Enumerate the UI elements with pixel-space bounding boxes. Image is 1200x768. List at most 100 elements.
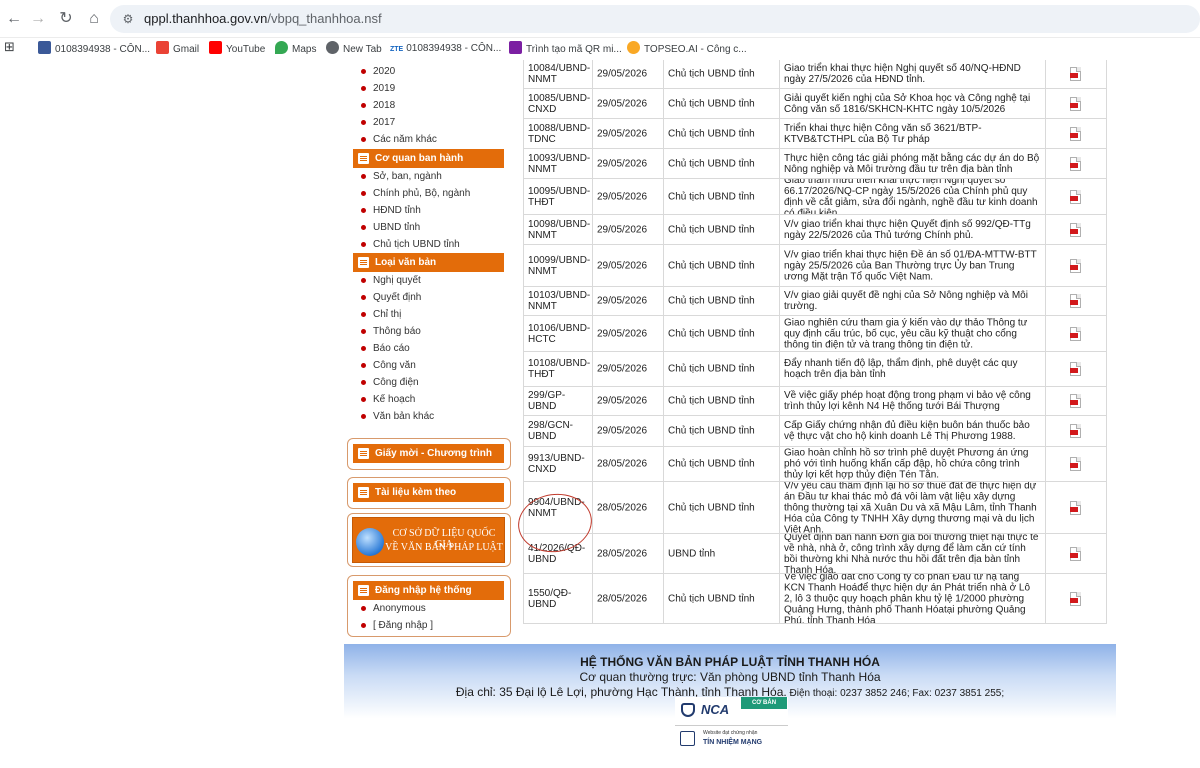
table-row[interactable]: 10088/UBND-TDNC 29/05/2026 Chủ tịch UBND t… [523, 119, 1107, 149]
table-row[interactable]: 9904/UBND-NNMT 28/05/2026 Chủ tịch UBND tỉ… [523, 482, 1107, 534]
doc-number[interactable]: 10093/UBND-NNMT [528, 153, 590, 175]
doc-summary[interactable]: V/v giao giải quyết đề nghị của Sở Nông … [784, 290, 1041, 312]
invite-header[interactable]: Giấy mời - Chương trình [353, 444, 504, 463]
doc-type-item[interactable]: Nghị quyết [347, 272, 434, 289]
year-item[interactable]: 2018 [347, 97, 437, 114]
bookmark-gmail[interactable]: Gmail [156, 41, 199, 57]
table-row[interactable]: 299/GP-UBND 29/05/2026 Chủ tịch UBND tỉnh V… [523, 387, 1107, 416]
bookmark-topseo[interactable]: TOPSEO.AI - Công c... [627, 41, 747, 57]
doc-type-item[interactable]: Chỉ thị [347, 306, 434, 323]
year-item[interactable]: 2017 [347, 114, 437, 131]
nca-trust-badge[interactable]: NCA CƠ BẢN Website đạt chứng nhận TÍN NH… [675, 697, 788, 752]
table-row[interactable]: 10108/UBND-THĐT 29/05/2026 Chủ tịch UBND t… [523, 352, 1107, 387]
doc-summary[interactable]: Triển khai thực hiện Công văn số 3621/BT… [784, 123, 1041, 145]
pdf-icon[interactable] [1070, 457, 1081, 471]
doc-number[interactable]: 10084/UBND-NNMT [528, 63, 590, 85]
pdf-icon[interactable] [1070, 294, 1081, 308]
agency-item[interactable]: Chủ tịch UBND tỉnh [347, 236, 470, 253]
pdf-icon[interactable] [1070, 591, 1081, 606]
doc-type-item[interactable]: Báo cáo [347, 340, 434, 357]
doc-number[interactable]: 1550/QĐ-UBND [528, 588, 588, 610]
doc-summary[interactable]: Thực hiện công tác giải phóng mặt bằng c… [784, 153, 1041, 175]
pdf-icon[interactable] [1070, 394, 1081, 408]
agency-item[interactable]: UBND tỉnh [347, 219, 470, 236]
doc-summary[interactable]: Giao tham mưu triển khai thực hiện Nghị … [784, 179, 1041, 214]
table-row[interactable]: 10106/UBND-HCTC 29/05/2026 Chủ tịch UBND t… [523, 316, 1107, 352]
pdf-icon[interactable] [1070, 126, 1081, 141]
pdf-icon[interactable] [1070, 326, 1081, 341]
site-info-icon[interactable]: ⚙ [120, 11, 136, 27]
doc-summary[interactable]: Về việc giao đất cho Công ty cổ phần Đầu… [784, 574, 1041, 623]
home-icon[interactable]: ⌂ [84, 9, 104, 29]
bookmark-maps[interactable]: Maps [275, 41, 316, 57]
back-arrow-icon[interactable]: ← [4, 9, 24, 29]
table-row[interactable]: 10098/UBND-NNMT 29/05/2026 Chủ tịch UBND t… [523, 215, 1107, 245]
table-row[interactable]: 10099/UBND-NNMT 29/05/2026 Chủ tịch UBND t… [523, 245, 1107, 287]
doc-summary[interactable]: Giao nghiên cứu tham gia ý kiến vào dự t… [784, 317, 1041, 350]
address-bar[interactable]: ⚙ qppl.thanhhoa.gov.vn/vbpq_thanhhoa.nsf [110, 5, 1200, 33]
table-row[interactable]: 41/2026/QĐ-UBND 28/05/2026 UBND tỉnh Quyết … [523, 534, 1107, 574]
doc-number[interactable]: 10106/UBND-HCTC [528, 323, 590, 345]
doc-number[interactable]: 10108/UBND-THĐT [528, 358, 590, 380]
year-item[interactable]: 2019 [347, 80, 437, 97]
doc-number[interactable]: 10095/UBND-THĐT [528, 186, 590, 208]
table-row[interactable]: 10085/UBND-CNXD 29/05/2026 Chủ tịch UBND t… [523, 89, 1107, 119]
doc-type-item[interactable]: Công điện [347, 374, 434, 391]
doc-number[interactable]: 9913/UBND-CNXD [528, 453, 588, 475]
doc-number[interactable]: 10099/UBND-NNMT [528, 255, 590, 277]
table-row[interactable]: 10095/UBND-THĐT 29/05/2026 Chủ tịch UBND t… [523, 179, 1107, 215]
doc-summary[interactable]: Quyết định ban hành Đơn giá bồi thường t… [784, 534, 1041, 573]
year-item[interactable]: 2020 [347, 63, 437, 80]
doc-type-item[interactable]: Quyết định [347, 289, 434, 306]
doc-summary[interactable]: Giao triển khai thực hiện Nghị quyết số … [784, 63, 1041, 85]
doc-summary[interactable]: Giải quyết kiến nghị của Sở Khoa học và … [784, 93, 1041, 115]
pdf-icon[interactable] [1070, 222, 1081, 237]
table-row[interactable]: 9913/UBND-CNXD 28/05/2026 Chủ tịch UBND tỉ… [523, 447, 1107, 482]
reload-icon[interactable]: ↻ [56, 9, 76, 29]
doc-summary[interactable]: V/v giao triển khai thực hiện Quyết định… [784, 219, 1041, 241]
doc-number[interactable]: 10098/UBND-NNMT [528, 219, 590, 241]
doc-summary[interactable]: Giao hoàn chỉnh hồ sơ trình phê duyệt Ph… [784, 448, 1041, 481]
pdf-icon[interactable] [1070, 424, 1081, 438]
agency-item[interactable]: Sở, ban, ngành [347, 168, 470, 185]
table-row[interactable]: 1550/QĐ-UBND 28/05/2026 Chủ tịch UBND tỉnh… [523, 574, 1107, 624]
pdf-icon[interactable] [1070, 96, 1081, 111]
doc-summary[interactable]: Về việc giấy phép hoạt động trong phạm v… [784, 390, 1041, 412]
bookmark-qr[interactable]: Trình tạo mã QR mi... [509, 41, 622, 57]
bookmark-1[interactable]: 0108394938 - CÔN... [38, 41, 150, 57]
national-law-database-banner[interactable]: CƠ SỞ DỮ LIỆU QUỐC GIA VỀ VĂN BẢN PHÁP L… [352, 517, 505, 563]
table-row[interactable]: 10103/UBND-NNMT 29/05/2026 Chủ tịch UBND t… [523, 287, 1107, 316]
doc-type-item[interactable]: Công văn [347, 357, 434, 374]
attach-header[interactable]: Tài liệu kèm theo [353, 483, 504, 502]
table-row[interactable]: 10084/UBND-NNMT 29/05/2026 Chủ tịch UBND t… [523, 60, 1107, 89]
pdf-icon[interactable] [1070, 500, 1081, 515]
doc-summary[interactable]: Đẩy nhanh tiến độ lập, thẩm định, phê du… [784, 358, 1041, 380]
pdf-icon[interactable] [1070, 362, 1081, 376]
pdf-icon[interactable] [1070, 189, 1081, 204]
pdf-icon[interactable] [1070, 156, 1081, 171]
pdf-icon[interactable] [1070, 258, 1081, 273]
doc-summary[interactable]: V/v giao triển khai thực hiện Đề án số 0… [784, 249, 1041, 282]
agency-item[interactable]: Chính phủ, Bộ, ngành [347, 185, 470, 202]
year-item[interactable]: Các năm khác [347, 131, 437, 148]
pdf-icon[interactable] [1070, 546, 1081, 561]
table-row[interactable]: 298/GCN-UBND 29/05/2026 Chủ tịch UBND tỉnh… [523, 416, 1107, 447]
doc-type-item[interactable]: Văn bản khác [347, 408, 434, 425]
apps-grid-icon[interactable]: ⊞ [4, 39, 15, 55]
doc-number[interactable]: 299/GP-UBND [528, 390, 588, 412]
bookmark-zte[interactable]: ZTE 0108394938 - CÔN... [390, 41, 501, 57]
bookmark-youtube[interactable]: YouTube [209, 41, 265, 57]
agency-item[interactable]: HĐND tỉnh [347, 202, 470, 219]
login-link[interactable]: [ Đăng nhập ] [347, 617, 433, 634]
doc-summary[interactable]: Cấp Giấy chứng nhận đủ điều kiện buôn bá… [784, 420, 1041, 442]
doc-number[interactable]: 10088/UBND-TDNC [528, 123, 590, 145]
doc-type-item[interactable]: Kế hoạch [347, 391, 434, 408]
url-text[interactable]: qppl.thanhhoa.gov.vn/vbpq_thanhhoa.nsf [144, 11, 382, 26]
doc-number[interactable]: 10103/UBND-NNMT [528, 290, 590, 312]
pdf-icon[interactable] [1070, 67, 1081, 81]
doc-number[interactable]: 10085/UBND-CNXD [528, 93, 590, 115]
doc-number[interactable]: 298/GCN-UBND [528, 420, 588, 442]
doc-type-item[interactable]: Thông báo [347, 323, 434, 340]
bookmark-new-tab[interactable]: New Tab [326, 41, 382, 57]
doc-summary[interactable]: V/v yêu cầu thẩm định lại hồ sơ thuê đất… [784, 482, 1041, 533]
